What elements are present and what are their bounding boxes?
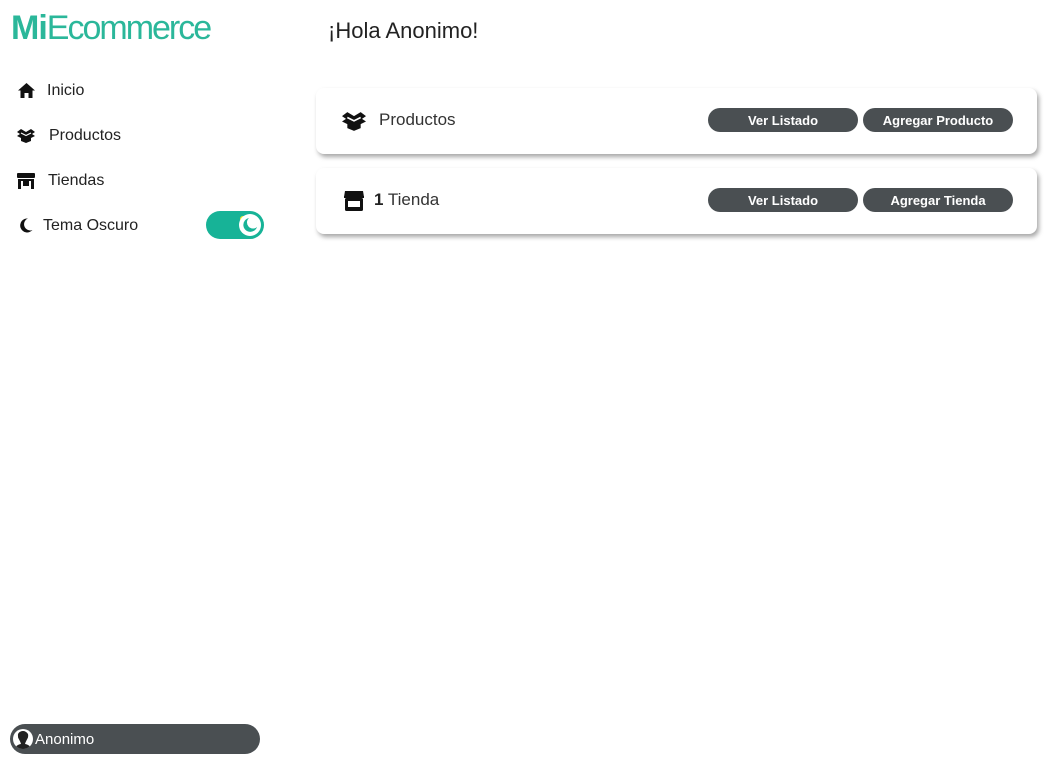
store-icon <box>17 172 35 190</box>
card-title: Productos <box>379 109 456 131</box>
logo[interactable]: MiEcommerce <box>11 6 212 50</box>
sidebar-item-label: Inicio <box>47 81 85 99</box>
store-icon <box>342 189 366 213</box>
toggle-knob <box>239 214 261 236</box>
card-title: 1 Tienda <box>374 189 439 211</box>
app: MiEcommerce Inicio Productos Tiendas Tem… <box>0 0 1045 774</box>
user-avatar-icon <box>13 729 33 749</box>
sidebar: MiEcommerce Inicio Productos Tiendas Tem… <box>0 0 290 774</box>
ver-listado-productos-button[interactable]: Ver Listado <box>708 108 858 132</box>
sidebar-item-tiendas[interactable]: Tiendas <box>0 158 290 203</box>
ver-listado-tiendas-button[interactable]: Ver Listado <box>708 188 858 212</box>
card-count: 1 <box>374 190 384 209</box>
moon-icon <box>17 217 35 235</box>
logo-light: Ecommerce <box>46 9 212 47</box>
sidebar-item-label: Tema Oscuro <box>43 216 139 234</box>
tiendas-card: 1 Tienda Ver Listado Agregar Tienda <box>316 168 1037 234</box>
sidebar-item-productos[interactable]: Productos <box>0 113 290 158</box>
logo-strong: Mi <box>11 9 48 47</box>
dark-theme-toggle[interactable] <box>206 211 264 239</box>
productos-card: Productos Ver Listado Agregar Producto <box>316 88 1037 154</box>
moon-icon <box>243 218 257 232</box>
sidebar-item-inicio[interactable]: Inicio <box>0 68 290 113</box>
home-icon <box>17 82 35 100</box>
agregar-producto-button[interactable]: Agregar Producto <box>863 108 1013 132</box>
user-menu[interactable]: Anonimo <box>10 724 260 754</box>
card-label: Productos <box>379 110 456 129</box>
agregar-tienda-button[interactable]: Agregar Tienda <box>863 188 1013 212</box>
sidebar-item-label: Tiendas <box>48 171 105 189</box>
sidebar-item-label: Productos <box>49 126 122 144</box>
user-name: Anonimo <box>35 730 95 748</box>
page-title: ¡Hola Anonimo! <box>328 18 479 43</box>
card-label: Tienda <box>387 190 440 209</box>
box-open-icon <box>17 127 35 145</box>
box-open-icon <box>342 109 366 133</box>
